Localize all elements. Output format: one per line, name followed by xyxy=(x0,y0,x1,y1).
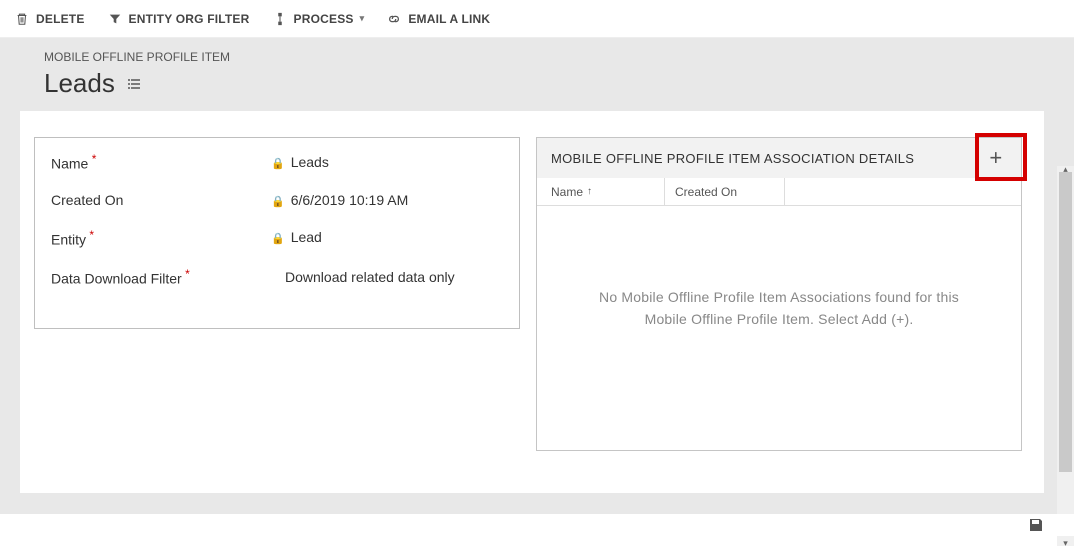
save-icon[interactable] xyxy=(1028,517,1044,533)
label-name: Name * xyxy=(51,152,271,172)
value-entity: 🔒Lead xyxy=(271,229,322,245)
link-icon xyxy=(386,11,402,27)
required-star: * xyxy=(182,267,190,281)
row-name: Name * 🔒Leads xyxy=(51,152,503,172)
email-link-label: EMAIL A LINK xyxy=(408,12,490,26)
associations-columns: Name ↑ Created On xyxy=(537,178,1021,206)
content-panel: Name * 🔒Leads Created On 🔒6/6/2019 10:19… xyxy=(20,111,1044,493)
row-created-on: Created On 🔒6/6/2019 10:19 AM xyxy=(51,192,503,208)
page-body: MOBILE OFFLINE PROFILE ITEM Leads Name *… xyxy=(0,38,1074,536)
list-icon[interactable] xyxy=(127,76,143,92)
label-data-download-filter: Data Download Filter * xyxy=(51,267,271,287)
chevron-down-icon: ▾ xyxy=(360,13,365,24)
entity-org-filter-button[interactable]: ENTITY ORG FILTER xyxy=(101,7,256,31)
process-button[interactable]: PROCESS ▾ xyxy=(266,7,371,31)
title-row: Leads xyxy=(44,68,1054,99)
value-created-on: 🔒6/6/2019 10:19 AM xyxy=(271,192,408,208)
command-bar: DELETE ENTITY ORG FILTER PROCESS ▾ EMAIL… xyxy=(0,0,1074,38)
scrollbar-thumb[interactable] xyxy=(1059,172,1072,472)
lock-icon: 🔒 xyxy=(271,158,285,170)
label-created-on: Created On xyxy=(51,192,271,208)
lock-icon: 🔒 xyxy=(271,196,285,208)
associations-title: MOBILE OFFLINE PROFILE ITEM ASSOCIATION … xyxy=(551,151,914,166)
plus-icon: + xyxy=(989,145,1002,171)
page-title: Leads xyxy=(44,68,115,99)
associations-header: MOBILE OFFLINE PROFILE ITEM ASSOCIATION … xyxy=(537,138,1021,178)
process-icon xyxy=(272,11,288,27)
value-name: 🔒Leads xyxy=(271,154,329,170)
vertical-scrollbar[interactable]: ▴ ▾ xyxy=(1057,166,1074,546)
col-created-on[interactable]: Created On xyxy=(665,178,785,205)
breadcrumb: MOBILE OFFLINE PROFILE ITEM xyxy=(44,50,1054,64)
scroll-down-icon: ▾ xyxy=(1057,536,1074,550)
row-data-download-filter: Data Download Filter * Download related … xyxy=(51,267,503,287)
entity-org-filter-label: ENTITY ORG FILTER xyxy=(129,12,250,26)
footer-bar xyxy=(0,514,1074,536)
process-label: PROCESS xyxy=(294,12,354,26)
delete-label: DELETE xyxy=(36,12,85,26)
col-name[interactable]: Name ↑ xyxy=(537,178,665,205)
trash-icon xyxy=(14,11,30,27)
filter-icon xyxy=(107,11,123,27)
value-data-download-filter[interactable]: Download related data only xyxy=(271,269,455,285)
delete-button[interactable]: DELETE xyxy=(8,7,91,31)
lock-icon: 🔒 xyxy=(271,233,285,245)
associations-panel: MOBILE OFFLINE PROFILE ITEM ASSOCIATION … xyxy=(536,137,1022,451)
sort-asc-icon: ↑ xyxy=(587,186,592,197)
add-button[interactable]: + xyxy=(981,143,1011,173)
label-entity: Entity * xyxy=(51,228,271,248)
row-entity: Entity * 🔒Lead xyxy=(51,228,503,248)
associations-empty: No Mobile Offline Profile Item Associati… xyxy=(537,206,1021,450)
required-star: * xyxy=(86,228,94,242)
properties-card: Name * 🔒Leads Created On 🔒6/6/2019 10:19… xyxy=(34,137,520,329)
email-link-button[interactable]: EMAIL A LINK xyxy=(380,7,496,31)
required-star: * xyxy=(88,152,96,166)
